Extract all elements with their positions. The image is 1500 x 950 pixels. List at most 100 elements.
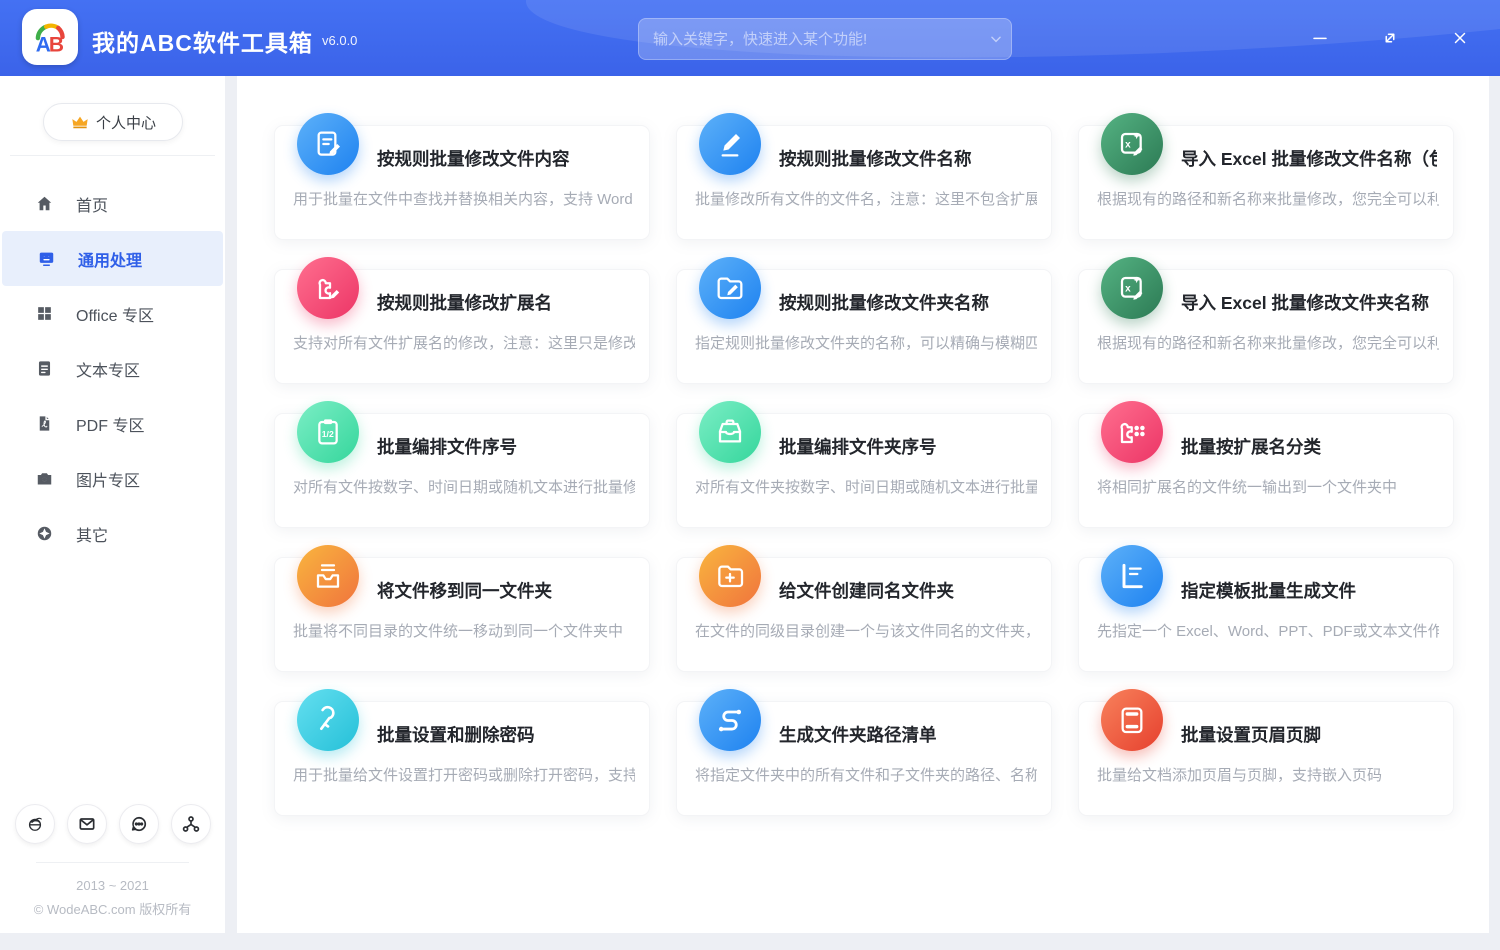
sidebar: 个人中心 首页通用处理 Office 专区文本专区 PDF 专区图片专区其它 201… <box>0 76 225 933</box>
svg-text:1/2: 1/2 <box>322 429 334 439</box>
close-button[interactable] <box>1438 18 1482 58</box>
sidebar-item-3[interactable]: 文本专区 <box>0 341 223 396</box>
tool-card-13[interactable]: 生成文件夹路径清单将指定文件夹中的所有文件和子文件夹的路径、名称 <box>676 701 1052 816</box>
svg-text:x: x <box>1125 139 1131 150</box>
sidebar-item-0[interactable]: 首页 <box>0 176 223 231</box>
sidebar-item-label: 其它 <box>76 522 108 546</box>
ie-browser-icon <box>25 814 45 834</box>
sidebar-item-5[interactable]: 图片专区 <box>0 451 223 506</box>
tool-card-11[interactable]: 指定模板批量生成文件先指定一个 Excel、Word、PPT、PDF或文本文件作 <box>1078 557 1454 672</box>
camera-icon <box>35 469 54 488</box>
abc-logo-icon: A B <box>28 15 72 59</box>
tool-card-description: 根据现有的路径和新名称来批量修改，您完全可以利 <box>1097 332 1439 353</box>
card-grid: 按规则批量修改文件内容用于批量在文件中查找并替换相关内容，支持 Word按规则批… <box>274 125 1452 816</box>
header-footer-icon <box>1101 689 1163 751</box>
tool-card-12[interactable]: 批量设置和删除密码用于批量给文件设置打开密码或删除打开密码，支持 <box>274 701 650 816</box>
tool-card-7[interactable]: 批量编排文件夹序号对所有文件夹按数字、时间日期或随机文本进行批量 <box>676 413 1052 528</box>
tool-card-description: 根据现有的路径和新名称来批量修改，您完全可以利 <box>1097 188 1439 209</box>
tool-card-title: 导入 Excel 批量修改文件夹名称 <box>1181 270 1437 316</box>
pdf-icon <box>35 414 54 433</box>
excel-edit-icon: x <box>1101 257 1163 319</box>
crown-icon <box>70 112 90 132</box>
office-icon <box>35 304 54 323</box>
tool-card-title: 生成文件夹路径清单 <box>779 702 1035 748</box>
tool-card-description: 在文件的同级目录创建一个与该文件同名的文件夹， <box>695 620 1037 641</box>
tool-card-title: 指定模板批量生成文件 <box>1181 558 1437 604</box>
doc-edit-icon <box>297 113 359 175</box>
sidebar-item-1[interactable]: 通用处理 <box>2 231 223 286</box>
puzzle-edit-icon <box>297 257 359 319</box>
share-icon <box>181 814 201 834</box>
search-input[interactable] <box>639 19 981 59</box>
folder-plus-icon <box>699 545 761 607</box>
tool-card-14[interactable]: 批量设置页眉页脚批量给文档添加页眉与页脚，支持嵌入页码 <box>1078 701 1454 816</box>
folder-edit-icon <box>699 257 761 319</box>
text-doc-icon <box>35 359 54 378</box>
divider <box>36 862 189 863</box>
ie-browser-button[interactable] <box>15 804 55 844</box>
close-icon <box>1451 29 1469 47</box>
minimize-button[interactable] <box>1298 18 1342 58</box>
chevron-down-icon[interactable] <box>981 19 1011 59</box>
tool-card-title: 导入 Excel 批量修改文件名称（包含扩展名） <box>1181 126 1437 172</box>
app-logo: A B <box>22 9 78 65</box>
tool-card-description: 支持对所有文件扩展名的修改，注意：这里只是修改 <box>293 332 635 353</box>
sidebar-item-label: PDF 专区 <box>76 412 144 436</box>
sidebar-item-label: Office 专区 <box>76 302 154 326</box>
chat-button[interactable] <box>119 804 159 844</box>
tool-card-6[interactable]: 1/2 批量编排文件序号对所有文件按数字、时间日期或随机文本进行批量修 <box>274 413 650 528</box>
tool-card-title: 将文件移到同一文件夹 <box>377 558 633 604</box>
tool-card-description: 批量给文档添加页眉与页脚，支持嵌入页码 <box>1097 764 1439 785</box>
tool-card-8[interactable]: 批量按扩展名分类将相同扩展名的文件统一输出到一个文件夹中 <box>1078 413 1454 528</box>
tool-card-title: 按规则批量修改文件夹名称 <box>779 270 1035 316</box>
divider <box>10 155 215 156</box>
sidebar-item-label: 文本专区 <box>76 357 140 381</box>
tool-card-5[interactable]: x导入 Excel 批量修改文件夹名称根据现有的路径和新名称来批量修改，您完全可… <box>1078 269 1454 384</box>
sidebar-item-4[interactable]: PDF 专区 <box>0 396 223 451</box>
sidebar-item-6[interactable]: 其它 <box>0 506 223 561</box>
drawer-icon <box>699 401 761 463</box>
puzzle-grid-icon <box>1101 401 1163 463</box>
monitor-icon <box>37 249 56 268</box>
profile-center-button[interactable]: 个人中心 <box>43 103 183 141</box>
pencil-icon <box>699 113 761 175</box>
copyright-years: 2013 ~ 2021 <box>0 878 225 893</box>
tool-card-description: 先指定一个 Excel、Word、PPT、PDF或文本文件作 <box>1097 620 1439 641</box>
window-controls <box>1298 0 1482 76</box>
tool-card-2[interactable]: x 导入 Excel 批量修改文件名称（包含扩展名） 根据现有的路径和新名称来批量修… <box>1078 125 1454 240</box>
route-icon <box>699 689 761 751</box>
excel-edit-icon: x <box>1101 113 1163 175</box>
mail-button[interactable] <box>67 804 107 844</box>
sidebar-item-2[interactable]: Office 专区 <box>0 286 223 341</box>
app-title: 我的ABC软件工具箱 <box>92 24 313 58</box>
share-button[interactable] <box>171 804 211 844</box>
tool-card-title: 批量设置页眉页脚 <box>1181 702 1437 748</box>
tool-card-description: 对所有文件夹按数字、时间日期或随机文本进行批量 <box>695 476 1037 497</box>
tool-card-title: 按规则批量修改扩展名 <box>377 270 633 316</box>
tool-card-description: 批量修改所有文件的文件名，注意：这里不包含扩展 <box>695 188 1037 209</box>
tool-card-title: 批量编排文件夹序号 <box>779 414 1035 460</box>
tool-card-3[interactable]: 按规则批量修改扩展名支持对所有文件扩展名的修改，注意：这里只是修改 <box>274 269 650 384</box>
tool-card-description: 对所有文件按数字、时间日期或随机文本进行批量修 <box>293 476 635 497</box>
tool-card-title: 批量设置和删除密码 <box>377 702 633 748</box>
maximize-button[interactable] <box>1368 18 1412 58</box>
copyright-text: © WodeABC.com 版权所有 <box>0 899 225 918</box>
tool-card-4[interactable]: 按规则批量修改文件夹名称指定规则批量修改文件夹的名称，可以精确与模糊匹 <box>676 269 1052 384</box>
tool-card-description: 用于批量给文件设置打开密码或删除打开密码，支持 <box>293 764 635 785</box>
app-version: v6.0.0 <box>322 33 357 48</box>
template-icon <box>1101 545 1163 607</box>
tool-card-0[interactable]: 按规则批量修改文件内容用于批量在文件中查找并替换相关内容，支持 Word <box>274 125 650 240</box>
sidebar-item-label: 首页 <box>76 192 108 216</box>
tool-card-title: 批量编排文件序号 <box>377 414 633 460</box>
clipboard-number-icon: 1/2 <box>297 401 359 463</box>
global-search[interactable] <box>638 18 1012 60</box>
tool-card-10[interactable]: 给文件创建同名文件夹在文件的同级目录创建一个与该文件同名的文件夹， <box>676 557 1052 672</box>
maximize-icon <box>1381 29 1399 47</box>
svg-text:B: B <box>49 33 64 56</box>
tool-card-title: 按规则批量修改文件内容 <box>377 126 633 172</box>
tool-card-9[interactable]: 将文件移到同一文件夹批量将不同目录的文件统一移动到同一个文件夹中 <box>274 557 650 672</box>
social-links <box>0 804 225 844</box>
tool-card-1[interactable]: 按规则批量修改文件名称批量修改所有文件的文件名，注意：这里不包含扩展 <box>676 125 1052 240</box>
sidebar-nav: 首页通用处理 Office 专区文本专区 PDF 专区图片专区其它 <box>0 176 225 561</box>
tool-card-description: 将指定文件夹中的所有文件和子文件夹的路径、名称 <box>695 764 1037 785</box>
